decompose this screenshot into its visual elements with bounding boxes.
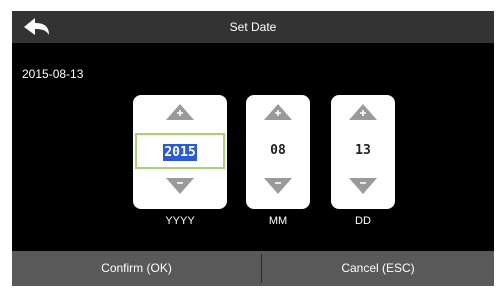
year-decrement-button[interactable]	[133, 173, 227, 209]
current-date-text: 2015-08-13	[22, 67, 84, 81]
year-label: YYYY	[165, 215, 195, 227]
day-decrement-button[interactable]	[331, 173, 395, 209]
month-value[interactable]: 08	[246, 133, 310, 169]
month-spinner[interactable]: 08	[246, 95, 310, 209]
page-title: Set Date	[229, 20, 277, 34]
year-increment-button[interactable]	[133, 95, 227, 131]
confirm-button[interactable]: Confirm (OK)	[12, 251, 261, 286]
month-label: MM	[268, 215, 288, 227]
year-spinner[interactable]: 2015	[133, 95, 227, 209]
day-label: DD	[355, 215, 371, 227]
day-spinner[interactable]: 13	[331, 95, 395, 209]
month-increment-button[interactable]	[246, 95, 310, 131]
year-value[interactable]: 2015	[135, 133, 225, 169]
plus-arrow-up-icon	[349, 104, 377, 120]
day-value[interactable]: 13	[331, 133, 395, 169]
month-decrement-button[interactable]	[246, 173, 310, 209]
device-screen: Set Date 2015-08-13 2015 YYYY 08 MM 13 D…	[12, 11, 494, 286]
cancel-button[interactable]: Cancel (ESC)	[262, 251, 494, 286]
action-bar: Confirm (OK) Cancel (ESC)	[12, 251, 494, 286]
day-increment-button[interactable]	[331, 95, 395, 131]
title-bar: Set Date	[12, 11, 494, 43]
minus-arrow-down-icon	[166, 178, 194, 194]
plus-arrow-up-icon	[264, 104, 292, 120]
plus-arrow-up-icon	[166, 104, 194, 120]
year-value-text: 2015	[163, 144, 197, 161]
minus-arrow-down-icon	[264, 178, 292, 194]
minus-arrow-down-icon	[349, 178, 377, 194]
